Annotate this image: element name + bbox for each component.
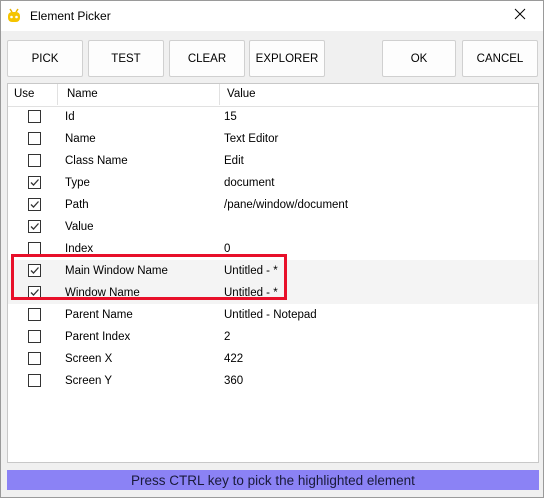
use-checkbox[interactable] (28, 352, 41, 365)
property-name: Main Window Name (65, 265, 168, 277)
property-row-main-window-name[interactable]: Main Window Name Untitled - * (8, 260, 538, 282)
property-row-value[interactable]: Value (8, 216, 538, 238)
property-row-screen-x[interactable]: Screen X 422 (8, 348, 538, 370)
property-name: Path (65, 199, 89, 211)
property-name: Value (65, 221, 94, 233)
window-title: Element Picker (30, 9, 111, 23)
property-name: Class Name (65, 155, 128, 167)
use-checkbox[interactable] (28, 220, 41, 233)
checkmark-icon (30, 201, 39, 208)
property-value: 15 (224, 111, 237, 123)
column-header-use[interactable]: Use (14, 88, 34, 100)
use-checkbox[interactable] (28, 374, 41, 387)
property-value: 0 (224, 243, 231, 255)
use-checkbox[interactable] (28, 198, 41, 211)
use-checkbox[interactable] (28, 264, 41, 277)
property-row-name[interactable]: Name Text Editor (8, 128, 538, 150)
property-value: 360 (224, 375, 244, 387)
use-checkbox[interactable] (28, 308, 41, 321)
properties-grid: Use Name Value Id 15 Name Text Editor Cl… (7, 83, 539, 463)
property-row-type[interactable]: Type document (8, 172, 538, 194)
checkmark-icon (30, 179, 39, 186)
cancel-button[interactable]: CANCEL (462, 40, 538, 77)
column-divider[interactable] (57, 84, 58, 105)
property-value: 2 (224, 331, 231, 343)
use-checkbox[interactable] (28, 330, 41, 343)
property-name: Index (65, 243, 94, 255)
status-bar: Press CTRL key to pick the highlighted e… (7, 470, 539, 490)
property-value: Untitled - Notepad (224, 309, 317, 321)
checkmark-icon (30, 223, 39, 230)
property-row-id[interactable]: Id 15 (8, 106, 538, 128)
property-name: Screen X (65, 353, 113, 365)
title-bar: Element Picker (1, 1, 543, 31)
column-header-name[interactable]: Name (67, 88, 98, 100)
column-header-value[interactable]: Value (227, 88, 256, 100)
pick-button[interactable]: PICK (7, 40, 83, 77)
property-name: Type (65, 177, 90, 189)
property-name: Parent Name (65, 309, 133, 321)
property-value: 422 (224, 353, 244, 365)
element-picker-window: Element Picker PICK TEST CLEAR EXPLORER … (0, 0, 544, 498)
property-name: Window Name (65, 287, 140, 299)
ok-button[interactable]: OK (382, 40, 456, 77)
property-name: Parent Index (65, 331, 131, 343)
property-row-path[interactable]: Path /pane/window/document (8, 194, 538, 216)
test-button[interactable]: TEST (88, 40, 164, 77)
close-button[interactable] (497, 1, 543, 31)
use-checkbox[interactable] (28, 132, 41, 145)
explorer-button[interactable]: EXPLORER (249, 40, 325, 77)
use-checkbox[interactable] (28, 154, 41, 167)
property-row-window-name[interactable]: Window Name Untitled - * (8, 282, 538, 304)
property-value: Text Editor (224, 133, 279, 145)
property-row-parent-name[interactable]: Parent Name Untitled - Notepad (8, 304, 538, 326)
use-checkbox[interactable] (28, 176, 41, 189)
property-name: Name (65, 133, 96, 145)
property-value: /pane/window/document (224, 199, 349, 211)
property-row-screen-y[interactable]: Screen Y 360 (8, 370, 538, 392)
column-divider[interactable] (219, 84, 220, 105)
property-value: Edit (224, 155, 244, 167)
property-name: Id (65, 111, 75, 123)
grid-header: Use Name Value (8, 84, 538, 107)
use-checkbox[interactable] (28, 286, 41, 299)
property-value: Untitled - * (224, 287, 278, 299)
use-checkbox[interactable] (28, 110, 41, 123)
close-icon (514, 7, 526, 25)
property-name: Screen Y (65, 375, 113, 387)
property-value: document (224, 177, 275, 189)
use-checkbox[interactable] (28, 242, 41, 255)
clear-button[interactable]: CLEAR (169, 40, 245, 77)
checkmark-icon (30, 267, 39, 274)
checkmark-icon (30, 289, 39, 296)
property-row-parent-index[interactable]: Parent Index 2 (8, 326, 538, 348)
property-row-index[interactable]: Index 0 (8, 238, 538, 260)
robot-icon (6, 8, 22, 24)
property-value: Untitled - * (224, 265, 278, 277)
property-row-class-name[interactable]: Class Name Edit (8, 150, 538, 172)
